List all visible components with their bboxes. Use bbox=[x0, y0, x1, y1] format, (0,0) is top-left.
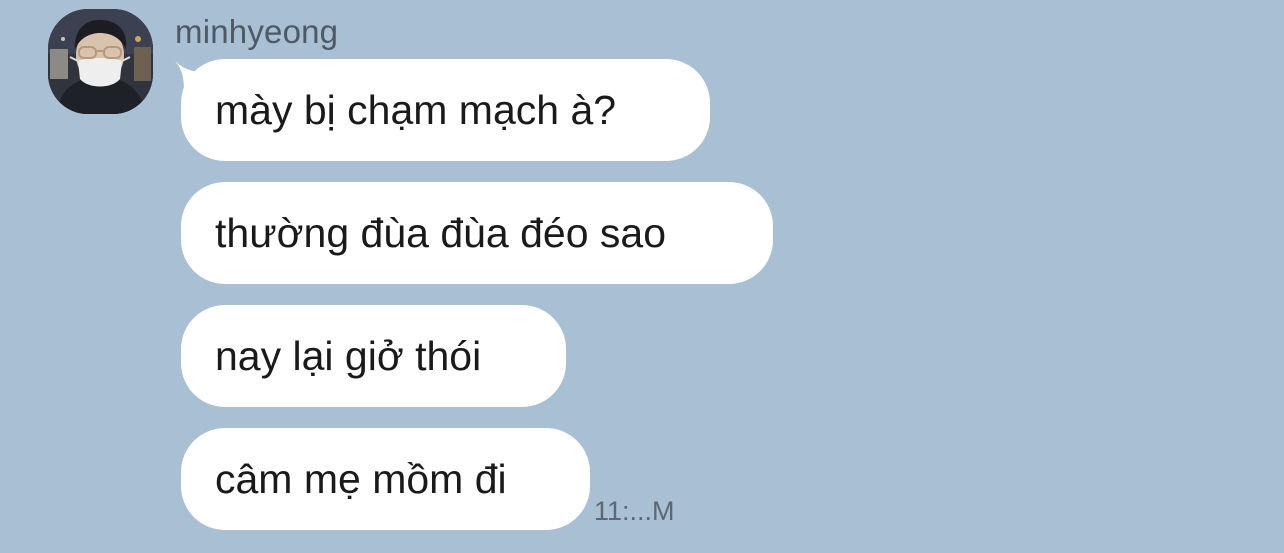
sender-name[interactable]: minhyeong bbox=[175, 12, 338, 52]
chat-thread: minhyeong mày bị chạm mạch à? thường đùa… bbox=[0, 0, 1284, 553]
message-timestamp: 11:...M bbox=[594, 496, 675, 526]
avatar[interactable] bbox=[48, 9, 153, 114]
message-text: câm mẹ mồm đi bbox=[215, 456, 507, 502]
message-bubble[interactable]: thường đùa đùa đéo sao bbox=[181, 182, 773, 284]
message-bubble[interactable]: nay lại giở thói bbox=[181, 305, 566, 407]
message-bubble[interactable]: mày bị chạm mạch à? bbox=[181, 59, 710, 161]
message-text: nay lại giở thói bbox=[215, 333, 482, 379]
message-bubble[interactable]: câm mẹ mồm đi bbox=[181, 428, 590, 530]
profile-photo-icon bbox=[48, 9, 153, 114]
message-text: thường đùa đùa đéo sao bbox=[215, 210, 667, 256]
message-text: mày bị chạm mạch à? bbox=[215, 87, 617, 133]
